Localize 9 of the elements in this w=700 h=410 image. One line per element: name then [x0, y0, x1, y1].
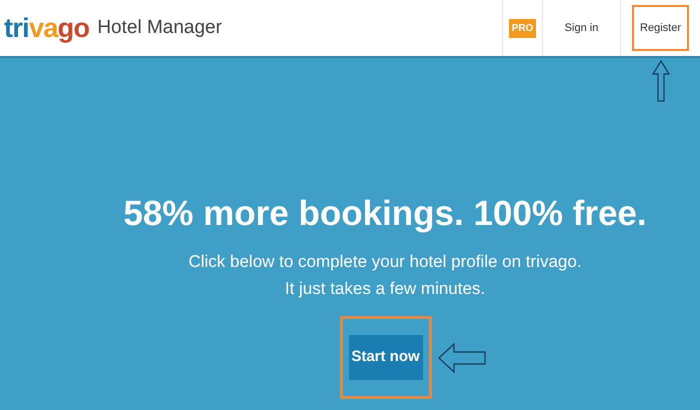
subtitle: Click below to complete your hotel profile on trivago. It just takes a few minutes.: [188, 251, 582, 300]
register-link[interactable]: Register: [632, 4, 689, 52]
left-arrow-icon: [438, 342, 486, 372]
sign-in-link[interactable]: Sign in: [560, 20, 602, 36]
headline: 58% more bookings. 100% free.: [123, 196, 647, 231]
product-name: Hotel Manager: [97, 16, 222, 40]
up-arrow-icon: [652, 60, 670, 102]
start-now-button[interactable]: Start now: [348, 335, 422, 380]
logo[interactable]: trivago: [4, 14, 90, 42]
